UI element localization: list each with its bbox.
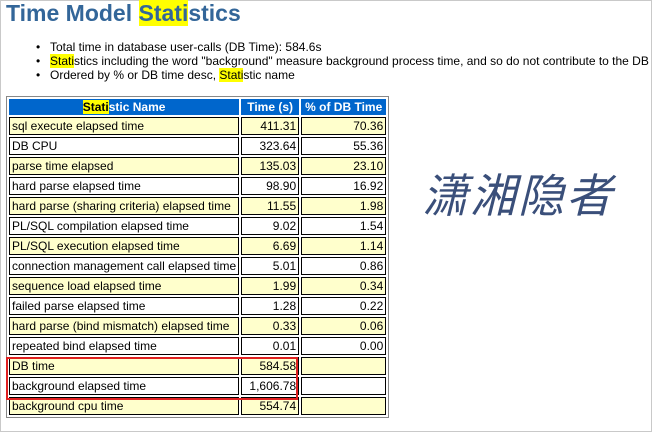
column-header-pct-db-time: % of DB Time — [301, 99, 387, 115]
header-text: stic Name — [108, 100, 166, 114]
cell-pct-db-time: 0.22 — [301, 297, 387, 315]
cell-time: 0.33 — [241, 317, 300, 335]
cell-pct-db-time: 1.54 — [301, 217, 387, 235]
cell-pct-db-time: 16.92 — [301, 177, 387, 195]
note-item: • Statistics including the word "backgro… — [36, 54, 652, 68]
cell-time: 323.64 — [241, 137, 300, 155]
table-row: repeated bind elapsed time 0.01 0.00 — [9, 337, 387, 355]
column-header-time: Time (s) — [241, 99, 300, 115]
bullet-icon: • — [36, 54, 41, 68]
table-row: sequence load elapsed time 1.99 0.34 — [9, 277, 387, 295]
cell-statistic-name: sequence load elapsed time — [9, 277, 240, 295]
cell-statistic-name: hard parse (bind mismatch) elapsed time — [9, 317, 240, 335]
cell-pct-db-time: 55.36 — [301, 137, 387, 155]
note-text: Ordered by % or DB time desc, — [50, 68, 220, 82]
cell-pct-db-time: 0.86 — [301, 257, 387, 275]
cell-pct-db-time: 23.10 — [301, 157, 387, 175]
cell-statistic-name: PL/SQL compilation elapsed time — [9, 217, 240, 235]
cell-statistic-name: failed parse elapsed time — [9, 297, 240, 315]
bullet-icon: • — [36, 40, 41, 54]
table-header-row: Statistic Name Time (s) % of DB Time — [9, 99, 387, 115]
cell-statistic-name: hard parse (sharing criteria) elapsed ti… — [9, 197, 240, 215]
cell-time: 9.02 — [241, 217, 300, 235]
cell-pct-db-time — [301, 357, 387, 375]
table-row: hard parse (bind mismatch) elapsed time 0… — [9, 317, 387, 335]
cell-statistic-name: DB CPU — [9, 137, 240, 155]
cell-pct-db-time — [301, 377, 387, 395]
notes-list: • Total time in database user-calls (DB … — [36, 40, 652, 82]
cell-statistic-name: hard parse elapsed time — [9, 177, 240, 195]
cell-statistic-name: connection management call elapsed time — [9, 257, 240, 275]
cell-time: 11.55 — [241, 197, 300, 215]
cell-time: 6.69 — [241, 237, 300, 255]
table-row: connection management call elapsed time 5… — [9, 257, 387, 275]
cell-pct-db-time — [301, 397, 387, 415]
title-text-rest: stics — [188, 0, 241, 26]
annotation-box — [6, 357, 298, 400]
cell-statistic-name: repeated bind elapsed time — [9, 337, 240, 355]
cell-statistic-name: PL/SQL execution elapsed time — [9, 237, 240, 255]
cell-time: 98.90 — [241, 177, 300, 195]
cell-pct-db-time: 1.98 — [301, 197, 387, 215]
note-text: stics including the word "background" me… — [74, 54, 652, 68]
title-text: Time Model — [6, 0, 139, 26]
cell-time: 1.99 — [241, 277, 300, 295]
header-search-highlight: Stati — [82, 100, 109, 114]
cell-statistic-name: sql execute elapsed time — [9, 117, 240, 135]
cell-time: 5.01 — [241, 257, 300, 275]
note-item: • Ordered by % or DB time desc, Statisti… — [36, 68, 652, 82]
watermark: 潇湘隐者 — [422, 169, 614, 223]
column-header-statistic-name: Statistic Name — [9, 99, 240, 115]
note-text: Total time in database user-calls (DB Ti… — [50, 40, 322, 54]
cell-statistic-name: parse time elapsed — [9, 157, 240, 175]
table-row: parse time elapsed 135.03 23.10 — [9, 157, 387, 175]
cell-time: 0.01 — [241, 337, 300, 355]
table-row: DB CPU 323.64 55.36 — [9, 137, 387, 155]
note-item: • Total time in database user-calls (DB … — [36, 40, 652, 54]
table-row: hard parse elapsed time 98.90 16.92 — [9, 177, 387, 195]
table-row: PL/SQL compilation elapsed time 9.02 1.54 — [9, 217, 387, 235]
table-row: sql execute elapsed time 411.31 70.36 — [9, 117, 387, 135]
table-row: hard parse (sharing criteria) elapsed ti… — [9, 197, 387, 215]
table-row: failed parse elapsed time 1.28 0.22 — [9, 297, 387, 315]
cell-time: 135.03 — [241, 157, 300, 175]
page-title: Time Model Statistics — [6, 0, 241, 27]
note-text-rest: stic name — [243, 68, 295, 82]
cell-pct-db-time: 1.14 — [301, 237, 387, 255]
table-row: PL/SQL execution elapsed time 6.69 1.14 — [9, 237, 387, 255]
cell-pct-db-time: 0.06 — [301, 317, 387, 335]
cell-pct-db-time: 0.00 — [301, 337, 387, 355]
note-search-highlight: Stati — [219, 68, 244, 82]
title-search-highlight: Stati — [138, 0, 189, 26]
cell-pct-db-time: 70.36 — [301, 117, 387, 135]
note-search-highlight: Stati — [50, 54, 75, 68]
cell-pct-db-time: 0.34 — [301, 277, 387, 295]
cell-time: 1.28 — [241, 297, 300, 315]
bullet-icon: • — [36, 68, 41, 82]
cell-time: 411.31 — [241, 117, 300, 135]
